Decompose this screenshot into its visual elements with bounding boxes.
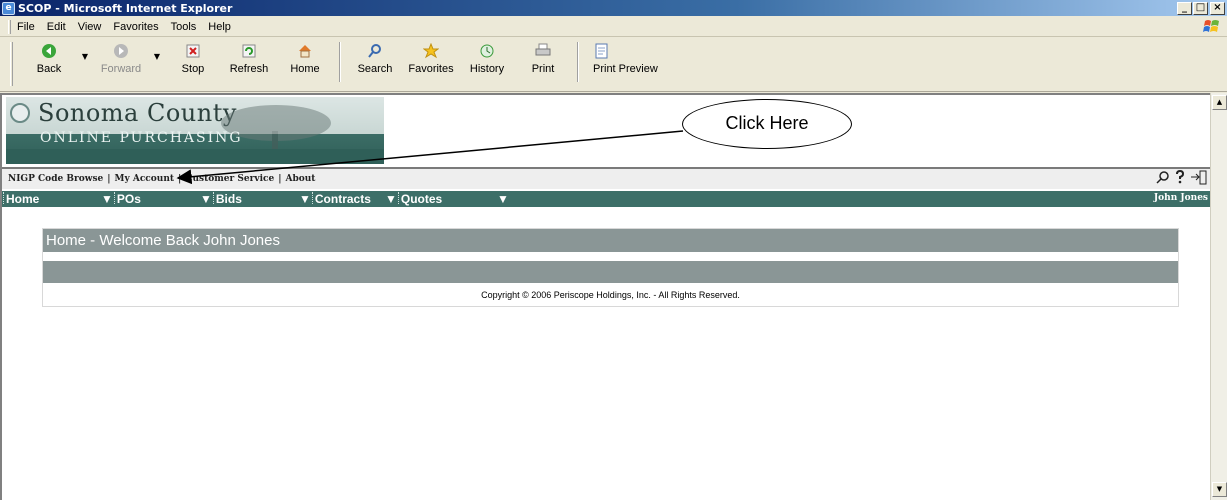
history-label: History [469,63,505,75]
page-tools [1155,170,1208,185]
forward-arrow-icon [112,42,130,60]
stop-icon [184,42,202,60]
logout-icon[interactable] [1190,170,1208,185]
refresh-button[interactable]: Refresh [221,42,277,75]
copyright-text: Copyright © 2006 Periscope Holdings, Inc… [481,290,740,300]
back-arrow-icon [40,42,58,60]
nav-contracts[interactable]: ▼ Contracts [299,192,371,206]
printer-icon [534,42,552,60]
menu-tools[interactable]: Tools [171,21,197,33]
menu-help[interactable]: Help [208,21,231,33]
main-nav-bar: Home ▼ POs ▼ Bids ▼ Contracts ▼ Quotes ▼ Joh… [2,191,1212,207]
top-links-bar: NIGP Code Browse | My Account | Customer… [2,169,1212,189]
windows-logo-icon [1203,20,1219,32]
nav-pos[interactable]: ▼ POs [101,192,141,206]
print-label: Print [531,63,555,75]
browser-toolbar: Back ▼ Forward ▼ Stop Refresh Home Searc… [0,38,1227,92]
maximize-button[interactable]: □ [1193,1,1208,15]
print-preview-button[interactable]: Print Preview [585,42,665,75]
search-label: Search [357,63,393,75]
link-separator: | [278,174,282,184]
my-account-link[interactable]: My Account [115,174,175,184]
help-icon[interactable] [1175,170,1185,185]
vertical-scrollbar[interactable]: ▲ ▼ [1210,93,1227,500]
home-content-panel: Home - Welcome Back John Jones Copyright… [42,228,1179,307]
forward-dropdown-icon[interactable]: ▼ [149,42,165,61]
customer-service-link[interactable]: Customer Service [185,174,274,184]
click-here-callout: Click Here [682,99,852,149]
ie-icon: e [2,1,15,15]
stop-label: Stop [181,63,205,75]
refresh-label: Refresh [229,63,269,75]
site-banner: Sonoma County ONLINE PURCHASING [6,97,384,164]
print-preview-icon [593,42,611,60]
close-button[interactable]: × [1210,1,1225,15]
star-icon [422,42,440,60]
forward-button[interactable]: Forward [93,42,149,75]
page-viewport: Sonoma County ONLINE PURCHASING Click He… [0,93,1212,500]
scroll-down-icon[interactable]: ▼ [1212,482,1227,497]
menu-bar: File Edit View Favorites Tools Help [0,17,1227,37]
nav-bids[interactable]: ▼ Bids [200,192,242,206]
back-label: Back [36,63,62,75]
back-dropdown-icon[interactable]: ▼ [77,42,93,61]
link-separator: | [107,174,111,184]
print-preview-label: Print Preview [593,63,658,75]
home-label: Home [290,63,320,75]
history-button[interactable]: History [459,42,515,75]
logged-in-user: John Jones [1153,193,1208,203]
page-title: Home - Welcome Back John Jones [43,229,1178,252]
home-button[interactable]: Home [277,42,333,75]
banner-name: Sonoma County [38,99,237,127]
window-title-bar: e SCOP - Microsoft Internet Explorer _ □… [0,0,1227,16]
nav-quotes[interactable]: ▼ Quotes [385,192,442,206]
search-button[interactable]: Search [347,42,403,75]
link-separator: | [178,174,182,184]
banner-subtitle: ONLINE PURCHASING [40,130,243,146]
favorites-button[interactable]: Favorites [403,42,459,75]
county-seal-icon [10,103,30,123]
favorites-label: Favorites [408,63,454,75]
window-title: SCOP - Microsoft Internet Explorer [18,1,233,15]
about-link[interactable]: About [285,174,315,184]
search-icon [366,42,384,60]
banner-teal-strip [6,149,384,164]
nav-more-dropdown-icon[interactable]: ▼ [497,192,509,206]
menu-favorites[interactable]: Favorites [113,21,158,33]
toolbar-separator [339,42,341,82]
content-gray-bar [43,261,1178,283]
home-icon [296,42,314,60]
menu-view[interactable]: View [78,21,102,33]
menu-file[interactable]: File [17,21,35,33]
print-button[interactable]: Print [515,42,571,75]
menu-grip [8,19,11,34]
stop-button[interactable]: Stop [165,42,221,75]
search-icon[interactable] [1155,170,1170,185]
scroll-up-icon[interactable]: ▲ [1212,95,1227,110]
minimize-button[interactable]: _ [1177,1,1192,15]
back-button[interactable]: Back [21,42,77,75]
toolbar-separator-2 [577,42,579,82]
nigp-code-browse-link[interactable]: NIGP Code Browse [8,174,103,184]
nav-home[interactable]: Home [2,192,39,206]
refresh-icon [240,42,258,60]
history-icon [478,42,496,60]
toolbar-grip [10,42,13,86]
menu-edit[interactable]: Edit [47,21,66,33]
forward-label: Forward [100,63,142,75]
